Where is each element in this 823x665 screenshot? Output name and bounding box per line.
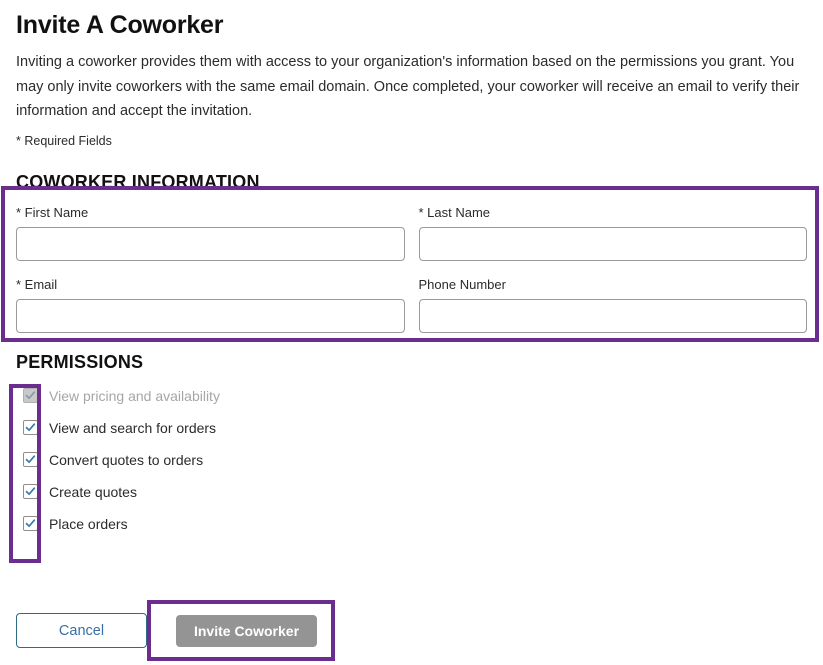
list-item[interactable]: Convert quotes to orders — [16, 450, 807, 470]
permissions-heading: PERMISSIONS — [16, 351, 144, 372]
email-input[interactable] — [16, 298, 405, 333]
form-row-contact: * Email Phone Number — [16, 277, 807, 333]
permission-label: Place orders — [49, 515, 128, 532]
permission-label: Convert quotes to orders — [49, 451, 204, 468]
list-item[interactable]: Create quotes — [16, 482, 807, 502]
page-title: Invite A Coworker — [16, 11, 224, 39]
permission-label: Create quotes — [49, 483, 137, 500]
checkbox-checked-icon[interactable] — [23, 420, 38, 435]
field-phone-number: Phone Number — [418, 276, 807, 333]
intro-paragraph: Inviting a coworker provides them with a… — [16, 54, 800, 119]
field-first-name: * First Name — [16, 205, 405, 261]
checkbox-checked-icon[interactable] — [23, 452, 38, 467]
coworker-information-heading: COWORKER INFORMATION — [16, 171, 260, 192]
list-item[interactable]: View pricing and availability — [16, 386, 807, 406]
form-row-name: * First Name * Last Name — [16, 205, 807, 261]
last-name-label: * Last Name — [418, 204, 491, 220]
permission-label: View pricing and availability — [49, 387, 220, 404]
invite-coworker-page: Invite A Coworker Inviting a coworker pr… — [0, 0, 823, 665]
phone-number-input[interactable] — [418, 298, 807, 333]
invite-coworker-button[interactable]: Invite Coworker — [176, 614, 317, 647]
checkbox-checked-icon[interactable] — [23, 516, 38, 531]
last-name-input[interactable] — [418, 226, 807, 261]
permissions-list: View pricing and availability View and s… — [16, 386, 807, 534]
permission-label: View and search for orders — [49, 419, 217, 436]
list-item[interactable]: Place orders — [16, 514, 807, 534]
list-item[interactable]: View and search for orders — [16, 418, 807, 438]
email-label: * Email — [16, 276, 58, 292]
cancel-button[interactable]: Cancel — [16, 613, 147, 648]
field-last-name: * Last Name — [418, 204, 807, 261]
checkbox-checked-icon[interactable] — [23, 484, 38, 499]
first-name-input[interactable] — [16, 226, 405, 261]
form-actions: Cancel Invite Coworker — [16, 613, 317, 648]
first-name-label: * First Name — [16, 204, 89, 220]
checkbox-checked-icon — [23, 388, 38, 403]
phone-number-label: Phone Number — [418, 276, 506, 292]
field-email: * Email — [16, 277, 405, 333]
required-fields-note: * Required Fields — [16, 133, 112, 148]
coworker-information-form: * First Name * Last Name * Email Phone N… — [16, 205, 807, 333]
